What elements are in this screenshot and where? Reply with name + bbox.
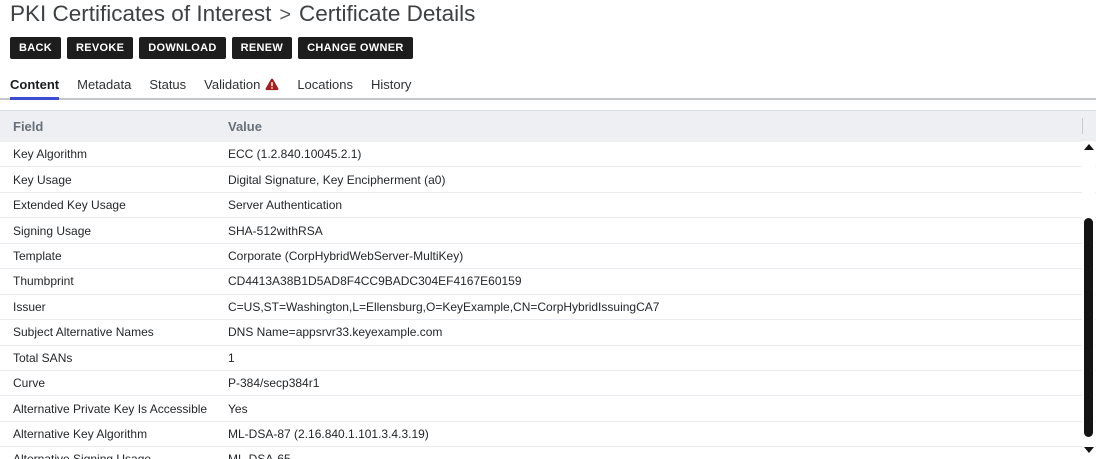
value-cell: P-384/secp384r1 <box>218 376 1096 390</box>
scroll-up-icon <box>1084 144 1094 150</box>
renew-button[interactable]: RENEW <box>232 37 292 59</box>
validation-warning-icon <box>265 78 279 91</box>
tab-locations[interactable]: Locations <box>297 69 353 100</box>
table-row: Alternative Signing Usage ML-DSA-65 <box>0 447 1096 459</box>
value-cell: Digital Signature, Key Encipherment (a0) <box>218 173 1096 187</box>
breadcrumb-separator-icon: > <box>279 4 291 26</box>
tab-validation[interactable]: Validation <box>204 69 279 100</box>
field-cell: Alternative Private Key Is Accessible <box>0 402 218 416</box>
field-cell: Alternative Key Algorithm <box>0 427 218 441</box>
change-owner-button[interactable]: CHANGE OWNER <box>298 37 413 59</box>
table-scrollbar[interactable] <box>1082 141 1095 457</box>
tab-metadata[interactable]: Metadata <box>77 69 131 100</box>
value-cell: ML-DSA-65 <box>218 452 1096 459</box>
tab-label: Content <box>10 77 59 92</box>
back-button[interactable]: BACK <box>10 37 61 59</box>
table-row: Alternative Key Algorithm ML-DSA-87 (2.1… <box>0 422 1096 447</box>
table-row: Template Corporate (CorpHybridWebServer-… <box>0 244 1096 269</box>
tab-label: Metadata <box>77 77 131 92</box>
toolbar: BACK REVOKE DOWNLOAD RENEW CHANGE OWNER <box>10 37 1096 59</box>
field-cell: Template <box>0 249 218 263</box>
table-header: Field Value <box>0 110 1096 142</box>
page-title: Certificate Details <box>299 1 475 26</box>
field-cell: Signing Usage <box>0 224 218 238</box>
tab-label: History <box>371 77 411 92</box>
tab-content[interactable]: Content <box>10 69 59 100</box>
breadcrumb: PKI Certificates of Interest > Certificate… <box>0 0 1096 27</box>
table-body: Key Algorithm ECC (1.2.840.10045.2.1) Ke… <box>0 142 1096 459</box>
field-cell: Total SANs <box>0 351 218 365</box>
tab-history[interactable]: History <box>371 69 411 100</box>
field-cell: Key Usage <box>0 173 218 187</box>
field-cell: Thumbprint <box>0 274 218 288</box>
table-row: Signing Usage SHA-512withRSA <box>0 218 1096 243</box>
value-cell: DNS Name=appsrvr33.keyexample.com <box>218 325 1096 339</box>
column-header-value: Value <box>218 119 1096 134</box>
value-cell: Corporate (CorpHybridWebServer-MultiKey) <box>218 249 1096 263</box>
scroll-up-button[interactable] <box>1084 144 1094 150</box>
value-cell: Yes <box>218 402 1096 416</box>
value-cell: CD4413A38B1D5AD8F4CC9BADC304EF4167E60159 <box>218 274 1096 288</box>
table-row: Extended Key Usage Server Authentication <box>0 193 1096 218</box>
revoke-button[interactable]: REVOKE <box>67 37 133 59</box>
table-row: Thumbprint CD4413A38B1D5AD8F4CC9BADC304E… <box>0 269 1096 294</box>
tab-bar: Content Metadata <box>0 69 1096 100</box>
tab-label: Status <box>149 77 186 92</box>
field-cell: Subject Alternative Names <box>0 325 218 339</box>
field-cell: Key Algorithm <box>0 147 218 161</box>
value-cell: SHA-512withRSA <box>218 224 1096 238</box>
scroll-down-icon <box>1084 447 1094 453</box>
value-cell: ML-DSA-87 (2.16.840.1.101.3.4.3.19) <box>218 427 1096 441</box>
scrollbar-thumb[interactable] <box>1084 218 1093 437</box>
field-cell: Curve <box>0 376 218 390</box>
download-button[interactable]: DOWNLOAD <box>139 37 225 59</box>
field-cell: Alternative Signing Usage <box>0 452 218 459</box>
column-header-field: Field <box>0 119 218 134</box>
table-row: Key Algorithm ECC (1.2.840.10045.2.1) <box>0 142 1096 167</box>
breadcrumb-parent[interactable]: PKI Certificates of Interest <box>10 1 271 26</box>
tab-label: Locations <box>297 77 353 92</box>
certificate-content-table: Field Value Key Algorithm ECC (1.2.840.1… <box>0 110 1096 459</box>
tab-label: Validation <box>204 77 260 92</box>
field-cell: Extended Key Usage <box>0 198 218 212</box>
table-row: Key Usage Digital Signature, Key Enciphe… <box>0 167 1096 192</box>
scroll-down-button[interactable] <box>1084 447 1094 453</box>
table-row: Total SANs 1 <box>0 346 1096 371</box>
table-row: Curve P-384/secp384r1 <box>0 371 1096 396</box>
value-cell: Server Authentication <box>218 198 1096 212</box>
value-cell: 1 <box>218 351 1096 365</box>
certificate-details-page: PKI Certificates of Interest > Certificate… <box>0 0 1096 459</box>
tab-status[interactable]: Status <box>149 69 186 100</box>
table-row: Alternative Private Key Is Accessible Ye… <box>0 396 1096 421</box>
table-row: Subject Alternative Names DNS Name=appsr… <box>0 320 1096 345</box>
value-cell: C=US,ST=Washington,L=Ellensburg,O=KeyExa… <box>218 300 1096 314</box>
value-cell: ECC (1.2.840.10045.2.1) <box>218 147 1096 161</box>
table-row: Issuer C=US,ST=Washington,L=Ellensburg,O… <box>0 295 1096 320</box>
field-cell: Issuer <box>0 300 218 314</box>
